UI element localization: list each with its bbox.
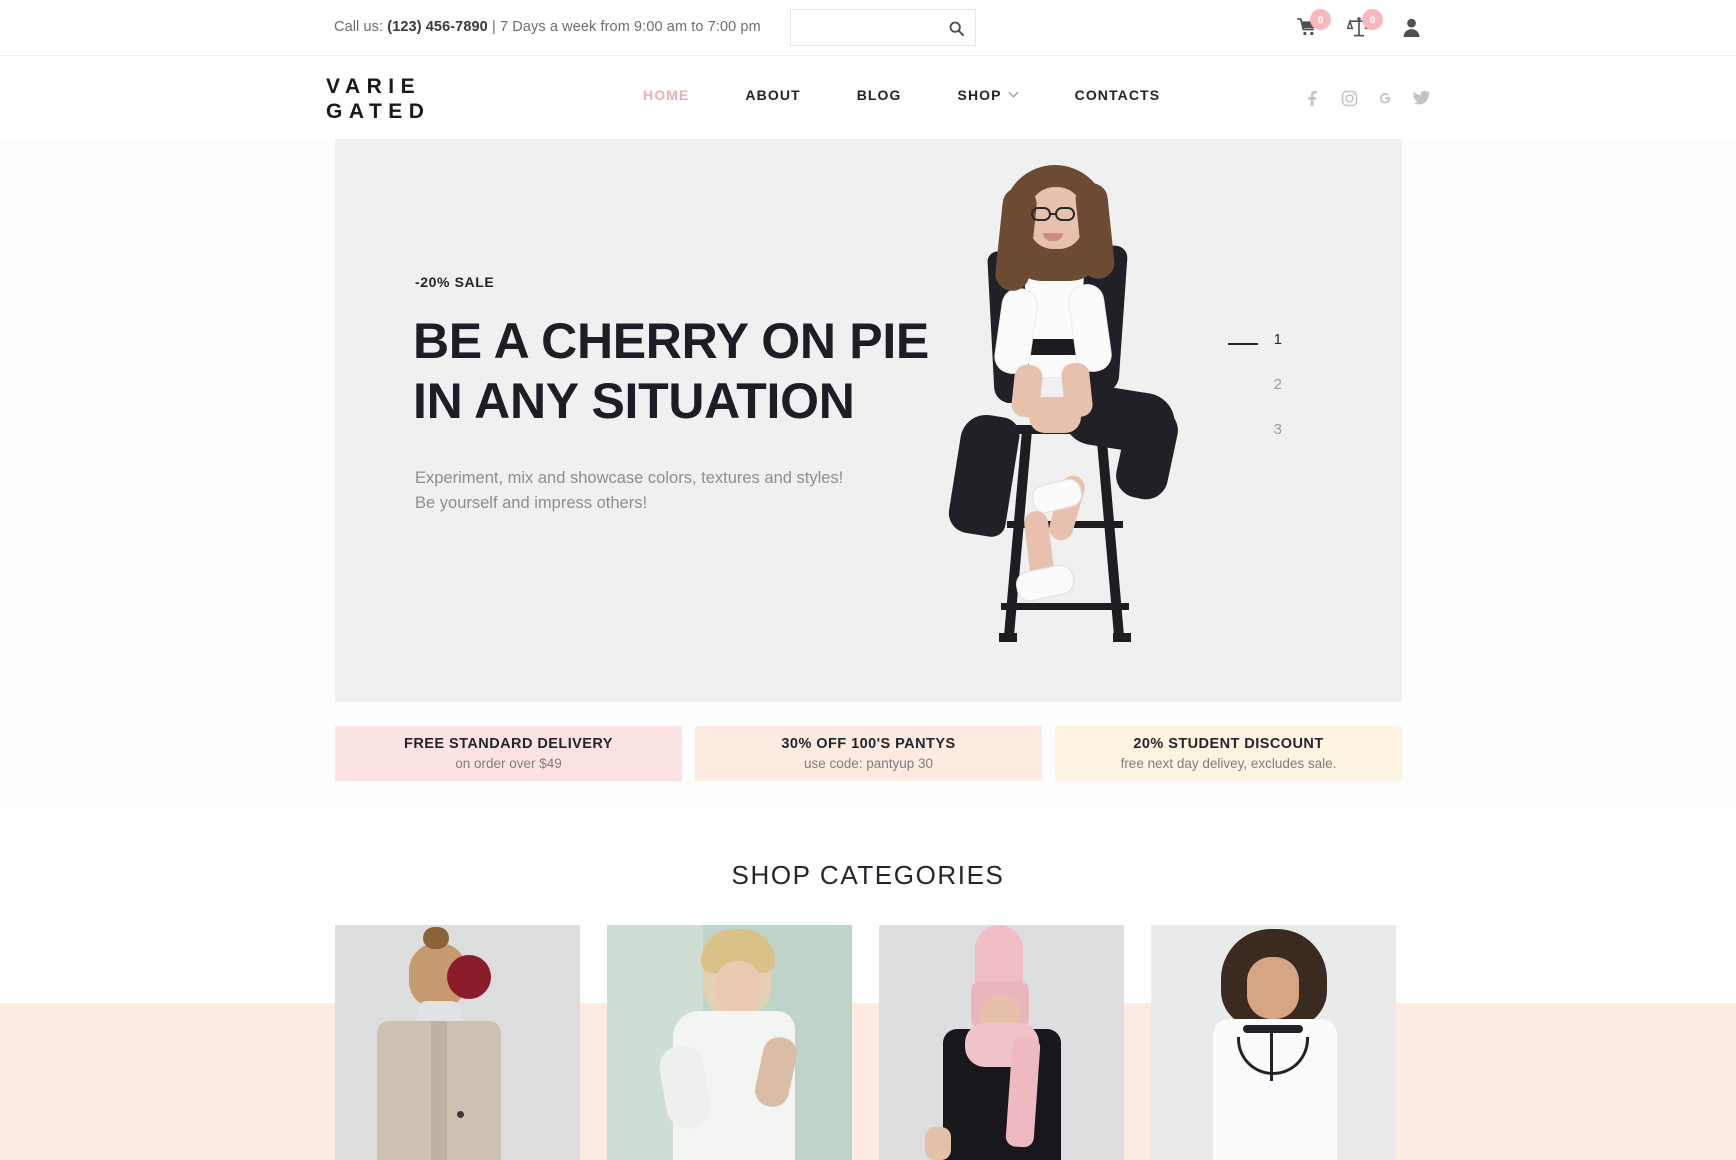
- hero-desc-line-1: Experiment, mix and showcase colors, tex…: [415, 469, 844, 487]
- nav-label-about: ABOUT: [745, 87, 801, 103]
- category-cards: [335, 925, 1402, 1160]
- nav-label-home: HOME: [643, 87, 690, 103]
- header-action-icons: 0 0: [1292, 9, 1426, 41]
- nav-item-about[interactable]: ABOUT: [717, 87, 828, 103]
- search-input[interactable]: [791, 10, 941, 45]
- chevron-down-icon: [1010, 89, 1019, 98]
- working-hours: | 7 Days a week from 9:00 am to 7:00 pm: [487, 19, 761, 35]
- promo-title-student: 20% STUDENT DISCOUNT: [1133, 736, 1324, 752]
- social-links: [1303, 88, 1431, 108]
- slider-page-2[interactable]: 2: [1224, 376, 1284, 421]
- hero-description: Experiment, mix and showcase colors, tex…: [415, 466, 885, 516]
- category-card-scarf[interactable]: [879, 925, 1124, 1160]
- nav-label-shop: SHOP: [957, 87, 1002, 103]
- nav-item-contacts[interactable]: CONTACTS: [1047, 87, 1189, 103]
- category-card-blouse[interactable]: [607, 925, 852, 1160]
- nav-label-blog: BLOG: [856, 87, 902, 103]
- twitter-icon: [1413, 90, 1430, 105]
- google-icon: [1380, 93, 1391, 104]
- promo-banner-student[interactable]: 20% STUDENT DISCOUNT free next day deliv…: [1055, 726, 1402, 781]
- hero-model-photo: [895, 139, 1255, 702]
- hero-eyebrow: -20% SALE: [415, 274, 495, 290]
- promo-subtitle-student: free next day delivey, excludes sale.: [1120, 756, 1337, 771]
- cart-count-badge: 0: [1310, 9, 1331, 30]
- call-us-label: Call us:: [334, 19, 388, 35]
- google-link[interactable]: [1375, 88, 1395, 108]
- promo-title-pantys: 30% OFF 100'S PANTYS: [781, 736, 956, 752]
- logo-line-2: GATED: [326, 100, 431, 123]
- facebook-link[interactable]: [1303, 88, 1323, 108]
- nav-item-blog[interactable]: BLOG: [829, 87, 930, 103]
- nav-label-contacts: CONTACTS: [1074, 87, 1161, 103]
- category-card-dress[interactable]: [1151, 925, 1396, 1160]
- category-card-coat[interactable]: [335, 925, 580, 1160]
- search-box[interactable]: [790, 9, 976, 46]
- promo-banner-delivery[interactable]: FREE STANDARD DELIVERY on order over $49: [335, 726, 682, 781]
- account-button[interactable]: [1396, 13, 1426, 41]
- user-account-icon: [1403, 18, 1419, 37]
- site-header: VARIE GATED HOME ABOUT BLOG SHOP CONTACT…: [0, 56, 1736, 139]
- instagram-link[interactable]: [1339, 88, 1359, 108]
- slider-page-1[interactable]: 1: [1224, 331, 1284, 376]
- promo-subtitle-delivery: on order over $49: [455, 756, 562, 771]
- promo-subtitle-pantys: use code: pantyup 30: [803, 756, 934, 771]
- hero-desc-line-2: Be yourself and impress others!: [415, 494, 648, 512]
- shop-categories-heading: SHOP CATEGORIES: [731, 860, 1005, 890]
- nav-item-home[interactable]: HOME: [615, 87, 717, 103]
- facebook-icon: [1308, 91, 1318, 106]
- search-button[interactable]: [943, 16, 969, 40]
- promo-title-delivery: FREE STANDARD DELIVERY: [404, 736, 613, 752]
- promo-banner-pantys[interactable]: 30% OFF 100'S PANTYS use code: pantyup 3…: [695, 726, 1042, 781]
- main-navigation: HOME ABOUT BLOG SHOP CONTACTS: [615, 87, 1188, 103]
- nav-item-shop[interactable]: SHOP: [930, 87, 1047, 103]
- search-icon: [949, 21, 964, 36]
- page-root: Call us: (123) 456-7890 | 7 Days a week …: [0, 0, 1736, 1160]
- hero-slider: -20% SALE BE A CHERRY ON PIE IN ANY SITU…: [335, 139, 1402, 702]
- logo-line-1: VARIE: [326, 75, 422, 98]
- top-bar: Call us: (123) 456-7890 | 7 Days a week …: [0, 0, 1736, 56]
- twitter-link[interactable]: [1411, 88, 1431, 108]
- phone-number[interactable]: (123) 456-7890: [387, 19, 488, 35]
- promo-banners: FREE STANDARD DELIVERY on order over $49…: [335, 726, 1402, 781]
- slider-page-3[interactable]: 3: [1224, 421, 1284, 466]
- site-logo[interactable]: VARIE GATED: [326, 74, 430, 124]
- contact-info: Call us: (123) 456-7890 | 7 Days a week …: [334, 19, 761, 35]
- compare-count-badge: 0: [1362, 9, 1383, 30]
- slider-pagination: 1 2 3: [1224, 331, 1284, 466]
- instagram-icon: [1341, 90, 1357, 106]
- cart-button[interactable]: 0: [1292, 9, 1331, 41]
- compare-button[interactable]: 0: [1344, 9, 1383, 41]
